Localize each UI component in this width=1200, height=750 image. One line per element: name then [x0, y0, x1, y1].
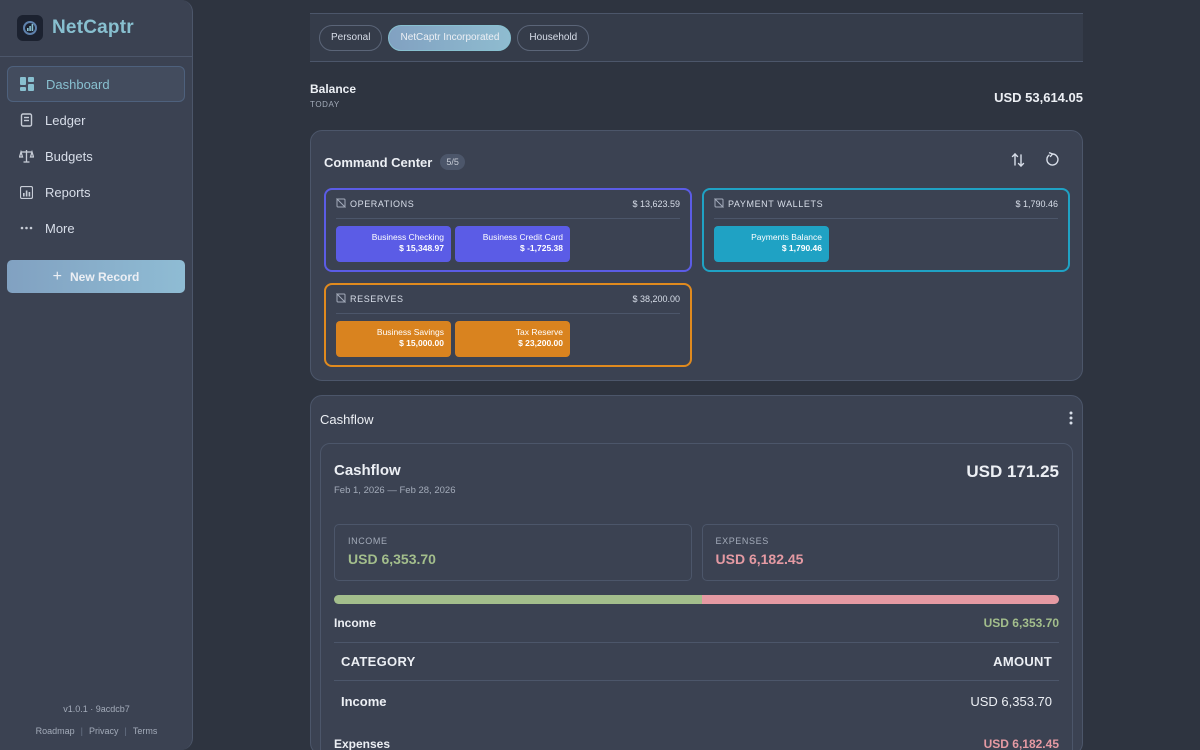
scale-icon [18, 148, 34, 164]
cashflow-widget: Cashflow Cashflow Feb 1, 2026 — Feb 28, … [310, 395, 1083, 750]
eye-off-icon[interactable] [714, 198, 724, 210]
brand[interactable]: NetCaptr [0, 0, 192, 57]
sidebar-item-ledger[interactable]: Ledger [7, 102, 185, 138]
sidebar-item-reports[interactable]: Reports [7, 174, 185, 210]
cashflow-date-range: Feb 1, 2026 — Feb 28, 2026 [334, 485, 456, 496]
cashflow-title: Cashflow [334, 462, 401, 479]
expenses-row-value: USD 6,182.45 [983, 737, 1059, 750]
sidebar-item-dashboard[interactable]: Dashboard [7, 66, 185, 102]
tab-netcaptr-incorporated[interactable]: NetCaptr Incorporated [388, 24, 512, 51]
cashflow-section-title: Cashflow [320, 412, 374, 427]
expenses-row-label: Expenses [334, 737, 391, 750]
sidebar-item-label: More [45, 220, 75, 236]
command-center-card: Command Center 5/5 OPERATIONS $ 13,623.5… [310, 130, 1083, 381]
expenses-label: EXPENSES [715, 536, 769, 546]
account-group-operations[interactable]: OPERATIONS $ 13,623.59 Business Checking… [324, 188, 692, 272]
account-group-payment-wallets[interactable]: PAYMENT WALLETS $ 1,790.46 Payments Bala… [702, 188, 1070, 272]
sort-arrows-icon[interactable] [1011, 152, 1025, 173]
sidebar-footer: v1.0.1 · 9acdcb7 Roadmap | Privacy | Terms [0, 704, 193, 736]
income-expense-ratio-bar [334, 595, 1059, 604]
entity-tabs: Personal NetCaptr Incorporated Household [310, 13, 1083, 62]
row-amount: USD 6,353.70 [970, 693, 1052, 709]
column-amount: AMOUNT [993, 654, 1052, 669]
command-center-title: Command Center [324, 154, 433, 170]
income-summary-row[interactable]: Income USD 6,353.70 [334, 604, 1059, 643]
group-total: $ 38,200.00 [632, 294, 680, 304]
sidebar: NetCaptr Dashboard Ledger Budgets Report… [0, 0, 193, 750]
expense-bar-segment [701, 595, 1059, 604]
command-center-badge: 5/5 [440, 154, 465, 170]
reports-icon [18, 184, 34, 200]
income-bar-segment [334, 595, 702, 604]
sidebar-item-label: Budgets [45, 148, 93, 164]
cashflow-net-total: USD 171.25 [966, 462, 1059, 481]
group-total: $ 1,790.46 [1015, 199, 1058, 209]
account-value: $ 23,200.00 [518, 338, 563, 348]
sidebar-item-budgets[interactable]: Budgets [7, 138, 185, 174]
expenses-summary-row[interactable]: Expenses USD 6,182.45 [334, 721, 1059, 750]
plus-icon: + [52, 267, 62, 285]
eye-off-icon[interactable] [336, 293, 346, 305]
account-value: $ 15,000.00 [399, 338, 444, 348]
account-name: Payments Balance [751, 232, 822, 242]
roadmap-link[interactable]: Roadmap [36, 726, 75, 736]
balance-summary: Balance TODAY USD 53,614.05 [310, 82, 1083, 130]
group-total: $ 13,623.59 [632, 199, 680, 209]
refresh-icon[interactable] [1045, 151, 1060, 173]
ledger-icon [18, 112, 34, 128]
category-table-header: CATEGORY AMOUNT [334, 643, 1059, 681]
app-name: NetCaptr [52, 17, 134, 38]
balance-subtitle: TODAY [310, 100, 340, 109]
account-tile-business-checking[interactable]: Business Checking $ 15,348.97 [336, 226, 451, 262]
column-category: CATEGORY [341, 654, 416, 669]
account-value: $ -1,725.38 [519, 243, 563, 253]
account-tile-business-credit-card[interactable]: Business Credit Card $ -1,725.38 [455, 226, 570, 262]
account-name: Business Savings [376, 327, 444, 337]
account-group-reserves[interactable]: RESERVES $ 38,200.00 Business Savings $ … [324, 283, 692, 367]
balance-title: Balance [310, 82, 357, 96]
expenses-stat: EXPENSES USD 6,182.45 [701, 524, 1059, 581]
income-label: INCOME [348, 536, 388, 546]
new-record-button[interactable]: + New Record [7, 260, 185, 293]
account-name: Tax Reserve [515, 327, 563, 337]
account-value: $ 1,790.46 [781, 243, 822, 253]
income-row-label: Income [334, 616, 377, 630]
row-category: Income [341, 693, 387, 709]
balance-amount: USD 53,614.05 [994, 90, 1083, 105]
sidebar-nav: Dashboard Ledger Budgets Reports More [0, 57, 192, 246]
footer-links: Roadmap | Privacy | Terms [35, 726, 158, 736]
account-tile-business-savings[interactable]: Business Savings $ 15,000.00 [336, 321, 451, 357]
cashflow-card: Cashflow Feb 1, 2026 — Feb 28, 2026 USD … [320, 443, 1073, 750]
eye-off-icon[interactable] [336, 198, 346, 210]
account-value: $ 15,348.97 [399, 243, 444, 253]
income-row-value: USD 6,353.70 [983, 616, 1059, 630]
account-name: Business Credit Card [482, 232, 563, 242]
privacy-link[interactable]: Privacy [89, 726, 119, 736]
expenses-value: USD 6,182.45 [715, 551, 804, 567]
account-tile-tax-reserve[interactable]: Tax Reserve $ 23,200.00 [455, 321, 570, 357]
more-icon [18, 220, 34, 236]
group-name: OPERATIONS [350, 199, 415, 209]
income-value: USD 6,353.70 [348, 551, 436, 567]
sidebar-item-more[interactable]: More [7, 210, 185, 246]
tab-household[interactable]: Household [517, 24, 590, 51]
account-tile-payments-balance[interactable]: Payments Balance $ 1,790.46 [714, 226, 829, 262]
account-name: Business Checking [371, 232, 444, 242]
app-logo-icon [17, 15, 43, 41]
sidebar-item-label: Reports [45, 184, 91, 200]
new-record-label: New Record [69, 269, 140, 284]
dashboard-icon [19, 76, 35, 92]
group-name: PAYMENT WALLETS [728, 199, 824, 209]
terms-link[interactable]: Terms [133, 726, 158, 736]
income-stat: INCOME USD 6,353.70 [334, 524, 692, 581]
table-row[interactable]: Income USD 6,353.70 [334, 681, 1059, 721]
sidebar-item-label: Dashboard [46, 76, 110, 92]
sidebar-item-label: Ledger [45, 112, 86, 128]
main-content: Personal NetCaptr Incorporated Household… [310, 0, 1083, 750]
version-text: v1.0.1 · 9acdcb7 [63, 704, 130, 714]
kebab-menu-icon[interactable] [1069, 411, 1073, 428]
tab-personal[interactable]: Personal [319, 24, 383, 51]
group-name: RESERVES [350, 294, 404, 304]
